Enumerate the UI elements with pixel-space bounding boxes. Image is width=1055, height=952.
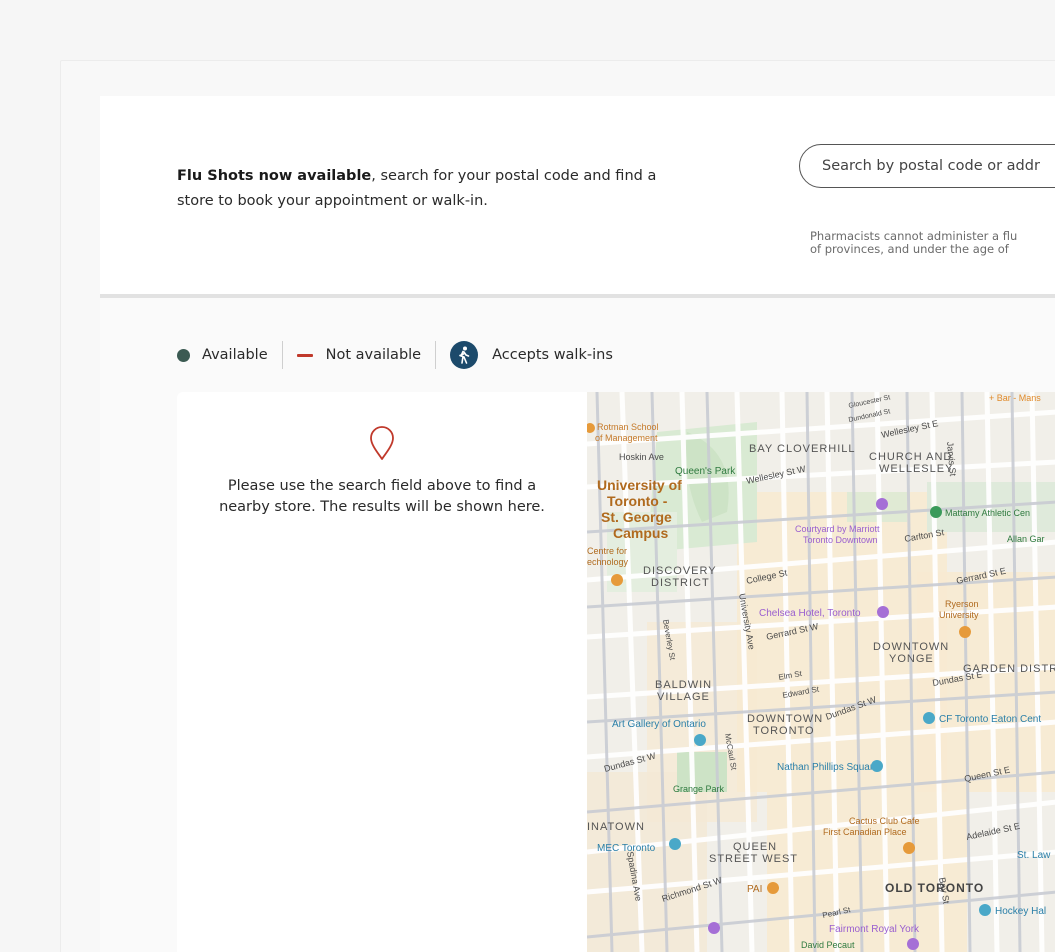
map-label-pai: PAI [747, 884, 762, 895]
map-label-uoft-1: University of [597, 477, 682, 493]
map-label-church: CHURCH AND [869, 451, 952, 463]
walk-in-icon [450, 341, 479, 369]
map-label-downtown-yonge-1: DOWNTOWN [873, 641, 949, 653]
map-label-bay-cloverhill: BAY CLOVERHILL [749, 443, 856, 455]
section-divider [100, 294, 1055, 298]
map-label-downtown-toronto-2: TORONTO [753, 725, 815, 737]
store-map[interactable]: Rotman School of Management Hoskin Ave Q… [587, 392, 1055, 952]
map-label-ryerson-2: University [939, 610, 979, 620]
map-label-hockey: Hockey Hal [995, 906, 1046, 917]
results-empty-message: Please use the search field above to fin… [219, 478, 545, 515]
legend: Available Not available Accepts walk-ins [177, 340, 613, 370]
map-label-uoft-3: St. George [601, 509, 672, 525]
map-label-centre-1: Centre for [587, 546, 627, 556]
map-label-downtown-yonge-2: YONGE [889, 653, 934, 665]
map-canvas[interactable]: Rotman School of Management Hoskin Ave Q… [587, 392, 1055, 952]
map-label-baldwin-1: BALDWIN [655, 679, 712, 691]
map-label-rotman-2: of Management [595, 433, 658, 443]
intro-text: Flu Shots now available, search for your… [177, 164, 677, 214]
map-label-nathan: Nathan Phillips Square [777, 762, 879, 773]
map-label-mattamy: Mattamy Athletic Cen [945, 508, 1030, 518]
map-label-cactus-1: Cactus Club Cafe [849, 816, 920, 826]
legend-separator [281, 341, 283, 369]
disclaimer-line-2: of provinces, and under the age of [810, 242, 1009, 256]
legend-walkins: Accepts walk-ins [492, 347, 613, 363]
map-label-queen-west-1: QUEEN [733, 841, 777, 853]
map-label-wellesley: WELLESLEY [879, 463, 953, 475]
map-label-downtown-toronto-1: DOWNTOWN [747, 713, 823, 725]
map-label-discovery-1: DISCOVERY [643, 565, 717, 577]
map-label-uoft-4: Campus [613, 525, 668, 541]
map-label-old-toronto: OLD TORONTO [885, 881, 984, 895]
map-label-queen-west-2: STREET WEST [709, 853, 798, 865]
map-label-courtyard-1: Courtyard by Marriott [795, 524, 880, 534]
map-label-inatown: INATOWN [587, 821, 645, 833]
map-label-st-law: St. Law [1017, 850, 1051, 861]
map-label-rotman: Rotman School [597, 422, 659, 432]
map-label-pecaut: David Pecaut [801, 940, 855, 950]
search-input[interactable]: Search by postal code or addr [799, 144, 1055, 188]
map-label-uoft-2: Toronto - [607, 493, 668, 509]
legend-not-available: Not available [325, 347, 422, 363]
map-label-centre-2: echnology [587, 557, 629, 567]
map-label-bar: + Bar - Mans [989, 393, 1041, 403]
search-placeholder: Search by postal code or addr [822, 158, 1040, 174]
map-label-discovery-2: DISTRICT [651, 577, 710, 589]
map-label-hoskin: Hoskin Ave [619, 452, 664, 462]
results-panel: Please use the search field above to fin… [177, 392, 587, 952]
map-label-cactus-2: First Canadian Place [823, 827, 907, 837]
disclaimer: Pharmacists cannot administer a flu of p… [810, 230, 1055, 256]
map-label-baldwin-2: VILLAGE [657, 691, 710, 703]
map-label-ago: Art Gallery of Ontario [612, 719, 706, 730]
intro-bold: Flu Shots now available [177, 168, 372, 184]
map-label-allan: Allan Gar [1007, 534, 1045, 544]
map-label-ryerson-1: Ryerson [945, 599, 979, 609]
map-label-eaton: CF Toronto Eaton Cent [939, 714, 1041, 725]
map-label-grange: Grange Park [673, 784, 725, 794]
location-pin-icon [368, 425, 396, 465]
available-dot-icon [177, 348, 190, 362]
map-label-chelsea: Chelsea Hotel, Toronto [759, 608, 861, 619]
map-label-queens-park: Queen's Park [675, 466, 736, 477]
map-label-courtyard-2: Toronto Downtown [803, 535, 878, 545]
legend-separator [435, 341, 437, 369]
not-available-dash-icon [296, 353, 313, 357]
legend-available: Available [202, 347, 268, 363]
map-label-fairmont: Fairmont Royal York [829, 924, 920, 935]
